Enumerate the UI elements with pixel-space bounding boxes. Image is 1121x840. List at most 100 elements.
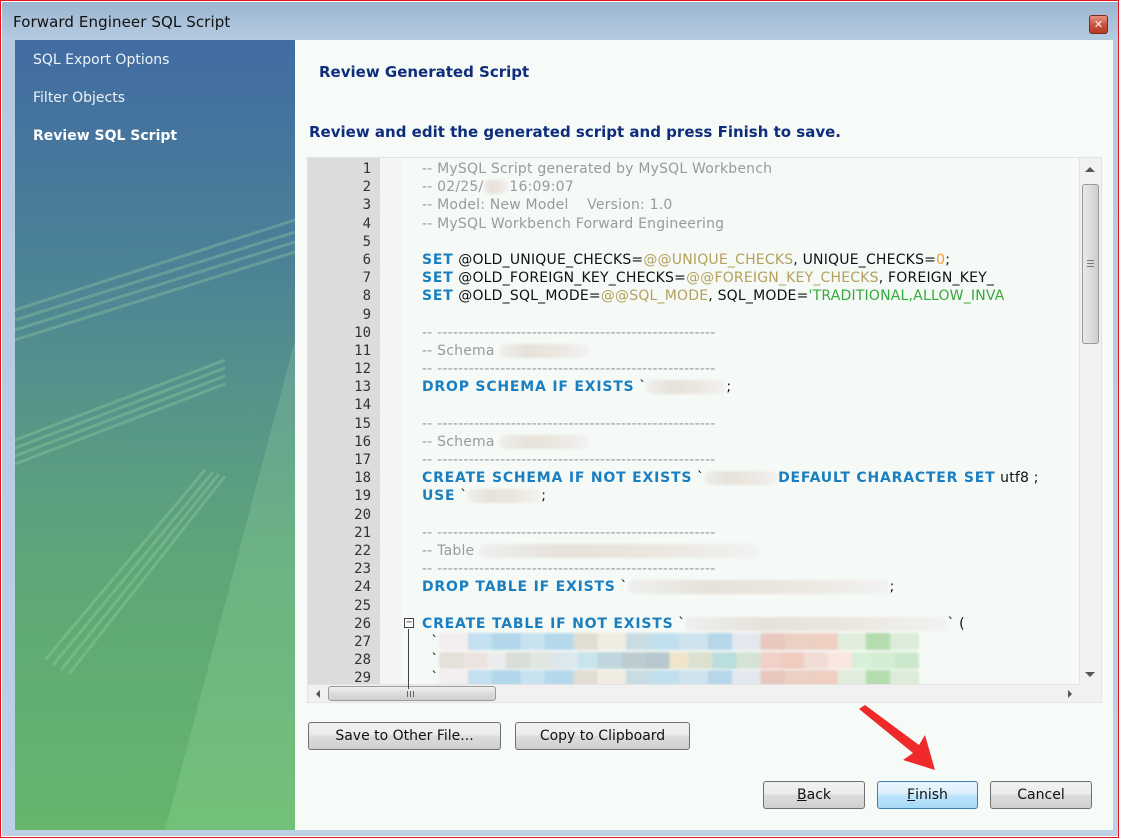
back-label: ack — [806, 787, 831, 803]
code-text: SET @OLD_FOREIGN_KEY_CHECKS=@@FOREIGN_KE… — [422, 270, 995, 287]
line-number: 22 — [354, 542, 371, 559]
code-text: CREATE SCHEMA IF NOT EXISTS ` DEFAULT CHA… — [422, 470, 1039, 487]
line-number: 5 — [362, 233, 371, 250]
code-line: 18 CREATE SCHEMA IF NOT EXISTS ` DEFAULT C… — [308, 469, 1080, 487]
line-number: 8 — [362, 288, 371, 305]
line-number: 23 — [354, 561, 371, 578]
cancel-button[interactable]: Cancel — [990, 781, 1092, 809]
code-text: -- Schema — [422, 433, 590, 451]
code-line: 3 -- Model: New Model Version: 1.0 — [308, 196, 1080, 214]
code-line: 22 -- Table — [308, 542, 1080, 560]
code-text: DROP TABLE IF EXISTS `; — [422, 579, 895, 596]
code-text: -- Table — [422, 542, 760, 560]
redacted-text — [479, 543, 760, 558]
scroll-down-arrow-icon[interactable] — [1085, 672, 1095, 677]
code-line: 27 ` — [308, 633, 1080, 651]
code-line: 20 — [308, 506, 1080, 524]
code-text: -- -------------------------------------… — [422, 452, 716, 468]
line-number: 12 — [354, 361, 371, 378]
code-line: 15 -- -----------------------------------… — [308, 415, 1080, 433]
code-text: -- MySQL Script generated by MySQL Workb… — [422, 161, 773, 177]
sidebar-item-filter-objects[interactable]: Filter Objects — [33, 90, 125, 106]
redacted-text — [483, 180, 510, 195]
code-line: 13 DROP SCHEMA IF EXISTS `; — [308, 378, 1080, 396]
line-number: 13 — [354, 379, 371, 396]
scrollbar-corner — [1079, 684, 1101, 702]
line-number: 15 — [354, 415, 371, 432]
close-button[interactable]: ✕ — [1089, 15, 1108, 34]
scroll-up-arrow-icon[interactable] — [1085, 167, 1095, 172]
code-text: -- -------------------------------------… — [422, 415, 716, 432]
code-text: -- Model: New Model Version: 1.0 — [422, 197, 673, 214]
line-number: 19 — [354, 488, 371, 505]
line-number: 9 — [362, 306, 371, 323]
scroll-right-arrow-icon[interactable] — [1068, 690, 1072, 698]
fold-collapse-icon[interactable]: − — [404, 617, 414, 628]
code-line: 12 -- -----------------------------------… — [308, 360, 1080, 378]
redacted-text — [438, 651, 919, 669]
line-number: 6 — [362, 251, 371, 268]
scroll-left-arrow-icon[interactable] — [316, 690, 320, 698]
line-number: 21 — [354, 524, 371, 541]
redacted-text — [704, 471, 779, 486]
redacted-text — [438, 633, 919, 651]
line-number: 3 — [362, 197, 371, 214]
code-line: 6 SET @OLD_UNIQUE_CHECKS=@@UNIQUE_CHECKS,… — [308, 251, 1080, 269]
instruction-text: Review and edit the generated script and… — [309, 123, 842, 141]
code-line: 25 — [308, 597, 1080, 615]
code-text: USE `; — [422, 488, 547, 505]
dialog-window: Forward Engineer SQL Script ✕ SQL Export… — [2, 2, 1118, 836]
redacted-text — [685, 616, 948, 631]
code-line: 8 SET @OLD_SQL_MODE=@@SQL_MODE, SQL_MODE=… — [308, 287, 1080, 305]
line-number: 11 — [354, 342, 371, 359]
code-text: DROP SCHEMA IF EXISTS `; — [422, 379, 732, 396]
back-button[interactable]: Back — [763, 781, 865, 809]
horizontal-scroll-thumb[interactable] — [328, 686, 496, 701]
line-number: 24 — [354, 579, 371, 596]
code-line: 14 — [308, 396, 1080, 414]
line-number: 27 — [354, 633, 371, 650]
code-line: 7 SET @OLD_FOREIGN_KEY_CHECKS=@@FOREIGN_K… — [308, 269, 1080, 287]
code-line: 21 -- -----------------------------------… — [308, 524, 1080, 542]
redacted-text — [499, 434, 590, 449]
line-number: 17 — [354, 452, 371, 468]
horizontal-scrollbar[interactable] — [308, 684, 1081, 702]
save-to-other-file-button[interactable]: Save to Other File... — [308, 722, 501, 750]
page-heading: Review Generated Script — [319, 63, 530, 81]
code-line: 28 ` — [308, 651, 1080, 669]
sidebar-item-review-sql-script[interactable]: Review SQL Script — [33, 128, 177, 144]
code-text: -- MySQL Workbench Forward Engineering — [422, 215, 725, 232]
line-number: 7 — [362, 270, 371, 287]
copy-to-clipboard-button[interactable]: Copy to Clipboard — [515, 722, 690, 750]
line-number: 2 — [362, 179, 371, 196]
sidebar-item-sql-export-options[interactable]: SQL Export Options — [33, 52, 169, 68]
code-line: 24 DROP TABLE IF EXISTS `; — [308, 578, 1080, 596]
sidebar-background-art — [15, 218, 295, 830]
line-number: 10 — [354, 324, 371, 341]
content-panel: Review Generated Script Review and edit … — [295, 40, 1113, 830]
code-text: -- -------------------------------------… — [422, 361, 716, 378]
line-number: 16 — [354, 433, 371, 450]
line-number: 14 — [354, 397, 371, 414]
title-bar: Forward Engineer SQL Script ✕ — [2, 2, 1118, 38]
vertical-scrollbar[interactable] — [1079, 158, 1101, 686]
code-line: 2 -- 02/25/16:09:07 — [308, 178, 1080, 196]
line-number: 28 — [354, 652, 371, 669]
redacted-text — [627, 580, 890, 595]
code-line: 26 − CREATE TABLE IF NOT EXISTS ` ` ( — [308, 615, 1080, 633]
sql-script-editor[interactable]: 1 -- MySQL Script generated by MySQL Work… — [307, 157, 1102, 703]
redacted-text — [467, 489, 542, 504]
code-text: -- -------------------------------------… — [422, 561, 716, 578]
vertical-scroll-thumb[interactable] — [1082, 184, 1099, 344]
code-text: -- Schema — [422, 342, 590, 360]
code-text: -- -------------------------------------… — [422, 524, 716, 541]
code-line: 23 -- -----------------------------------… — [308, 560, 1080, 578]
finish-button[interactable]: Finish — [877, 781, 978, 809]
code-text: ` — [422, 651, 919, 669]
code-line: 5 — [308, 233, 1080, 251]
line-number: 1 — [362, 161, 371, 177]
line-number: 26 — [354, 615, 371, 632]
line-number: 4 — [362, 215, 371, 232]
code-text: SET @OLD_SQL_MODE=@@SQL_MODE, SQL_MODE='… — [422, 288, 1005, 305]
close-icon: ✕ — [1093, 18, 1104, 31]
